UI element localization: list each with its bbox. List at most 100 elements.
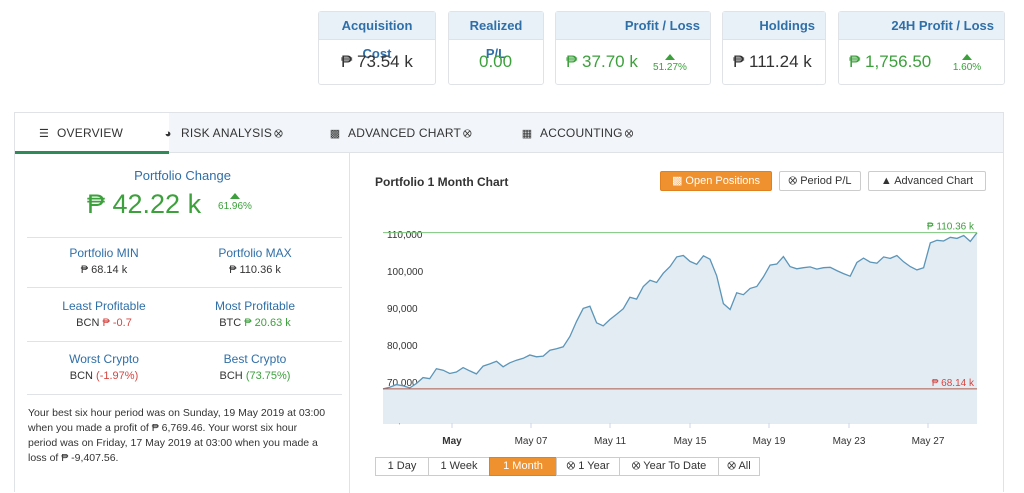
x-tick-label: May 07 <box>515 436 548 447</box>
worst-crypto-pct: (-1.97%) <box>96 370 139 382</box>
portfolio-change-pct-text: 61.96% <box>218 201 252 212</box>
bolt-icon: ⭙ <box>631 460 641 472</box>
bolt-icon: ⭙ <box>274 128 283 140</box>
divider <box>27 341 342 342</box>
tab-advanced-chart[interactable]: ▩ ADVANCED CHART ⭙ <box>328 113 472 153</box>
y-tick-label: 80,000 <box>387 341 418 352</box>
period-pl-label: Period P/L <box>800 175 852 187</box>
profit-24h-pct: 1.60% <box>952 62 982 73</box>
range-1-month[interactable]: 1 Month <box>489 457 557 476</box>
y-tick-label: 110,000 <box>387 230 423 241</box>
range-all[interactable]: ⭙ All <box>718 457 760 476</box>
y-tick-label: 60,000 <box>387 415 418 426</box>
holdings-title: Holdings <box>723 12 825 40</box>
area-chart-icon: ▲ <box>880 175 892 187</box>
profit-24h-value: ₱ 1,756.50 <box>849 52 932 71</box>
bar-chart-icon: ▩ <box>329 128 341 140</box>
portfolio-min-value: ₱ 68.14 k <box>80 264 128 276</box>
arrow-up-icon <box>962 54 972 60</box>
period-description: Your best six hour period was on Sunday,… <box>28 407 326 464</box>
profit-loss-pct: 51.27% <box>653 62 687 73</box>
profit-24h-title: 24H Profit / Loss <box>839 12 1004 40</box>
x-tick-label: May 27 <box>912 436 945 447</box>
range-year-to-date[interactable]: ⭙ Year To Date <box>619 457 719 476</box>
tab-overview-label: OVERVIEW <box>57 126 124 140</box>
series-line <box>382 232 978 390</box>
series-area <box>383 232 977 423</box>
tab-accounting-label: ACCOUNTING <box>540 126 623 140</box>
range-all-label: All <box>738 460 751 472</box>
best-crypto-coin: BCH <box>219 370 243 382</box>
advanced-chart-button[interactable]: ▲ Advanced Chart <box>868 171 986 191</box>
divider <box>27 237 342 238</box>
realized-pl-card: Realized P/L 0.00 <box>448 11 544 85</box>
x-tick-label: May 15 <box>674 436 707 447</box>
bolt-icon: ⭙ <box>727 460 736 472</box>
advanced-chart-label: Advanced Chart <box>894 175 974 187</box>
range-1-day[interactable]: 1 Day <box>375 457 429 476</box>
worst-crypto-coin: BCN <box>69 370 93 382</box>
acquisition-cost-title: Acquisition Cost <box>319 12 435 61</box>
range-1-week[interactable]: 1 Week <box>428 457 490 476</box>
most-profitable-label: Most Profitable <box>214 299 296 313</box>
least-profitable-value: BCN ₱ -0.7 <box>29 317 179 329</box>
range-1-week-label: 1 Week <box>440 460 478 472</box>
x-tick-label: May 19 <box>753 436 786 447</box>
portfolio-max-value: ₱ 110.36 k <box>229 264 281 276</box>
tab-risk-label: RISK ANALYSIS <box>181 126 273 140</box>
calculator-icon: ▦ <box>521 128 533 140</box>
range-1-year-label: 1 Year <box>578 460 610 472</box>
tab-risk-analysis[interactable]: ◕ RISK ANALYSIS ⭙ <box>161 113 283 153</box>
open-positions-label: Open Positions <box>685 175 761 187</box>
open-positions-button[interactable]: ▩ Open Positions <box>660 171 772 191</box>
portfolio-change-value: ₱ 42.22 k <box>87 189 202 219</box>
profit-loss-card: Profit / Loss ₱ 37.70 k 51.27% <box>555 11 711 85</box>
portfolio-panel: ☰ OVERVIEW ◕ RISK ANALYSIS ⭙ ▩ ADVANCED CHAR… <box>14 112 1004 493</box>
area-chart-icon: ▩ <box>671 175 683 187</box>
range-1-year[interactable]: ⭙ 1 Year <box>556 457 620 476</box>
y-tick-label: 100,000 <box>387 267 424 278</box>
chart-title: Portfolio 1 Month Chart <box>375 175 509 189</box>
profit-24h-card: 24H Profit / Loss ₱ 1,756.50 1.60% <box>838 11 1005 85</box>
holdings-value: ₱ 111.24 k <box>733 52 812 71</box>
summary-panel: Portfolio Change ₱ 42.22 k 61.96% Portfo… <box>15 153 350 493</box>
best-crypto-label: Best Crypto <box>223 352 287 366</box>
most-profitable-value: BTC ₱ 20.63 k <box>180 317 330 329</box>
bolt-icon: ⭙ <box>624 128 634 140</box>
bolt-icon: ⭙ <box>788 175 798 187</box>
tab-overview[interactable]: ☰ OVERVIEW <box>15 113 169 154</box>
profit-loss-value: ₱ 37.70 k <box>566 52 638 71</box>
period-pl-button[interactable]: ⭙ Period P/L <box>779 171 861 191</box>
tab-accounting[interactable]: ▦ ACCOUNTING ⭙ <box>520 113 634 153</box>
acquisition-cost-value: ₱ 73.54 k <box>341 52 413 71</box>
y-tick-label: 90,000 <box>387 304 418 315</box>
portfolio-min-label: Portfolio MIN <box>69 246 139 260</box>
least-profitable-amount: ₱ -0.7 <box>102 317 132 329</box>
pie-chart-icon: ◕ <box>164 128 172 140</box>
profit-loss-change: 51.27% <box>650 54 690 73</box>
profit-24h-change: 1.60% <box>947 54 987 73</box>
realized-pl-value: 0.00 <box>479 52 513 71</box>
worst-crypto-label: Worst Crypto <box>69 352 139 366</box>
x-tick-label: May 23 <box>833 436 866 447</box>
min-label: ₱ 68.14 k <box>932 378 975 389</box>
divider <box>27 287 342 288</box>
max-label: ₱ 110.36 k <box>927 222 975 233</box>
best-crypto-pct: (73.75%) <box>245 370 291 382</box>
range-ytd-label: Year To Date <box>643 460 707 472</box>
arrow-up-icon <box>230 193 240 199</box>
bolt-icon: ⭙ <box>463 128 472 140</box>
most-profitable-amount: ₱ 20.63 k <box>244 317 291 329</box>
tab-bar: ☰ OVERVIEW ◕ RISK ANALYSIS ⭙ ▩ ADVANCED CHAR… <box>15 113 1003 154</box>
profit-loss-title: Profit / Loss <box>556 12 710 40</box>
portfolio-change-pct: 61.96% <box>215 193 255 212</box>
range-1-month-label: 1 Month <box>503 460 543 472</box>
holdings-card: Holdings ₱ 111.24 k <box>722 11 826 85</box>
overview-icon: ☰ <box>38 128 50 140</box>
worst-crypto-value: BCN (-1.97%) <box>29 370 179 382</box>
range-1-day-label: 1 Day <box>387 460 417 472</box>
acquisition-cost-card: Acquisition Cost ₱ 73.54 k <box>318 11 436 85</box>
bolt-icon: ⭙ <box>566 460 576 472</box>
realized-pl-title: Realized P/L <box>449 12 543 61</box>
x-tick-label: May <box>442 436 462 447</box>
